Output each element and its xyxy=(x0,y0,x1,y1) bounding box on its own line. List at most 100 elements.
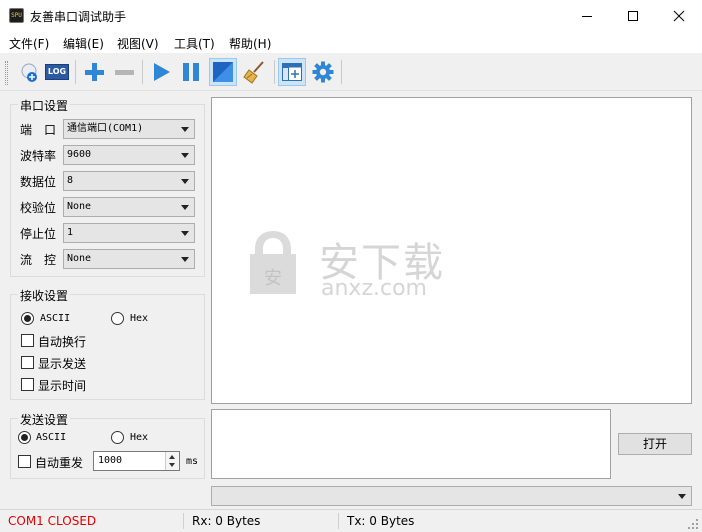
toolbar-separator xyxy=(274,60,275,84)
port-select[interactable]: 通信端口(COM1) xyxy=(63,119,195,139)
add-button[interactable] xyxy=(80,58,108,86)
send-input[interactable] xyxy=(211,409,611,479)
flow-select[interactable]: None xyxy=(63,249,195,269)
broom-icon xyxy=(243,61,264,84)
parity-value: None xyxy=(67,201,92,212)
toolbar-separator xyxy=(75,60,76,84)
pause-icon xyxy=(183,63,199,81)
chevron-down-icon xyxy=(181,127,189,132)
auto-newline-label: 自动换行 xyxy=(38,335,87,349)
watermark-domain: anxz.com xyxy=(321,276,427,301)
open-button[interactable]: 打开 xyxy=(618,433,692,455)
menu-file[interactable]: 文件(F) xyxy=(9,35,49,52)
send-hex-radio[interactable] xyxy=(111,431,124,444)
resend-interval-value: 1000 xyxy=(98,455,123,466)
resend-interval-unit: ms xyxy=(186,456,199,467)
svg-text:安: 安 xyxy=(264,268,282,289)
start-button[interactable] xyxy=(147,58,175,86)
send-ascii-radio[interactable] xyxy=(18,431,31,444)
close-button[interactable] xyxy=(656,0,702,31)
gear-icon xyxy=(312,61,334,83)
toolbar-grip[interactable] xyxy=(5,61,8,85)
receive-settings-title: 接收设置 xyxy=(18,287,71,304)
receive-hex-label: Hex xyxy=(130,313,149,324)
port-value: 通信端口(COM1) xyxy=(67,123,144,134)
serial-settings-group: 串口设置 端 口 通信端口(COM1) 波特率 9600 数据位 8 校验位 N… xyxy=(10,97,205,277)
new-session-button[interactable] xyxy=(15,58,43,86)
stopbits-select[interactable]: 1 xyxy=(63,223,195,243)
play-icon xyxy=(154,63,170,81)
baud-select[interactable]: 9600 xyxy=(63,145,195,165)
chevron-down-icon xyxy=(181,231,189,236)
menu-edit[interactable]: 编辑(E) xyxy=(63,35,104,52)
stopbits-label: 停止位 xyxy=(20,227,57,241)
chevron-down-icon xyxy=(678,494,686,499)
receive-hex-radio[interactable] xyxy=(111,312,124,325)
log-icon: LOG xyxy=(45,64,69,80)
remove-button[interactable] xyxy=(110,58,138,86)
settings-button[interactable] xyxy=(309,58,337,86)
window-add-button[interactable] xyxy=(278,58,306,86)
send-ascii-label: ASCII xyxy=(36,432,67,443)
receive-settings-group: 接收设置 ASCII Hex 自动换行 显示发送 显示时间 xyxy=(10,287,205,400)
log-button[interactable]: LOG xyxy=(43,58,71,86)
status-separator xyxy=(338,513,339,529)
toolbar: LOG xyxy=(0,53,702,91)
add-icon xyxy=(85,63,104,81)
parity-label: 校验位 xyxy=(20,201,57,215)
databits-value: 8 xyxy=(67,175,74,186)
receive-ascii-label: ASCII xyxy=(40,313,71,324)
tx-count: Tx: 0 Bytes xyxy=(347,514,415,528)
databits-select[interactable]: 8 xyxy=(63,171,195,191)
pause-button[interactable] xyxy=(177,58,205,86)
serial-settings-title: 串口设置 xyxy=(18,97,71,114)
baud-label: 波特率 xyxy=(20,149,57,163)
minimize-icon xyxy=(582,15,592,17)
parity-select[interactable]: None xyxy=(63,197,195,217)
resend-interval-spinbox[interactable]: 1000 xyxy=(93,451,180,471)
remove-icon xyxy=(115,70,134,75)
show-time-label: 显示时间 xyxy=(38,379,87,393)
chevron-down-icon xyxy=(181,179,189,184)
spin-down-icon[interactable] xyxy=(169,463,175,467)
show-send-checkbox[interactable] xyxy=(21,356,34,369)
rx-count: Rx: 0 Bytes xyxy=(192,514,261,528)
status-separator xyxy=(183,513,184,529)
flow-value: None xyxy=(67,253,92,264)
toolbar-separator xyxy=(341,60,342,84)
port-status: COM1 CLOSED xyxy=(8,514,97,528)
send-settings-group: 发送设置 ASCII Hex 自动重发 1000 ms xyxy=(10,411,205,479)
resize-grip-icon[interactable] xyxy=(687,518,699,530)
status-bar: COM1 CLOSED Rx: 0 Bytes Tx: 0 Bytes xyxy=(0,509,702,532)
send-settings-title: 发送设置 xyxy=(18,411,71,428)
chevron-down-icon xyxy=(181,257,189,262)
receive-ascii-radio[interactable] xyxy=(21,312,34,325)
clear-button[interactable] xyxy=(241,58,269,86)
flow-label: 流 控 xyxy=(20,253,57,267)
app-icon: SPU xyxy=(9,8,24,23)
menu-help[interactable]: 帮助(H) xyxy=(229,35,271,52)
spin-buttons[interactable] xyxy=(165,452,179,470)
maximize-button[interactable] xyxy=(610,0,656,31)
maximize-icon xyxy=(628,10,638,21)
window-title: 友善串口调试助手 xyxy=(30,10,127,24)
baud-value: 9600 xyxy=(67,149,92,160)
menu-bar: 文件(F) 编辑(E) 视图(V) 工具(T) 帮助(H) xyxy=(0,31,702,53)
stopbits-value: 1 xyxy=(67,227,74,238)
menu-view[interactable]: 视图(V) xyxy=(117,35,159,52)
databits-label: 数据位 xyxy=(20,175,57,189)
toolbar-separator xyxy=(142,60,143,84)
display-toggle-button[interactable] xyxy=(209,58,237,86)
show-time-checkbox[interactable] xyxy=(21,378,34,391)
new-session-icon xyxy=(21,63,37,82)
shield-lock-icon: 安 xyxy=(250,231,296,294)
auto-resend-label: 自动重发 xyxy=(35,456,84,470)
spin-up-icon[interactable] xyxy=(169,455,175,459)
minimize-button[interactable] xyxy=(564,0,610,31)
history-select[interactable] xyxy=(211,486,692,506)
window-add-icon xyxy=(282,63,302,81)
auto-resend-checkbox[interactable] xyxy=(18,455,31,468)
title-bar: SPU 友善串口调试助手 xyxy=(0,0,702,31)
menu-tools[interactable]: 工具(T) xyxy=(174,35,215,52)
auto-newline-checkbox[interactable] xyxy=(21,334,34,347)
